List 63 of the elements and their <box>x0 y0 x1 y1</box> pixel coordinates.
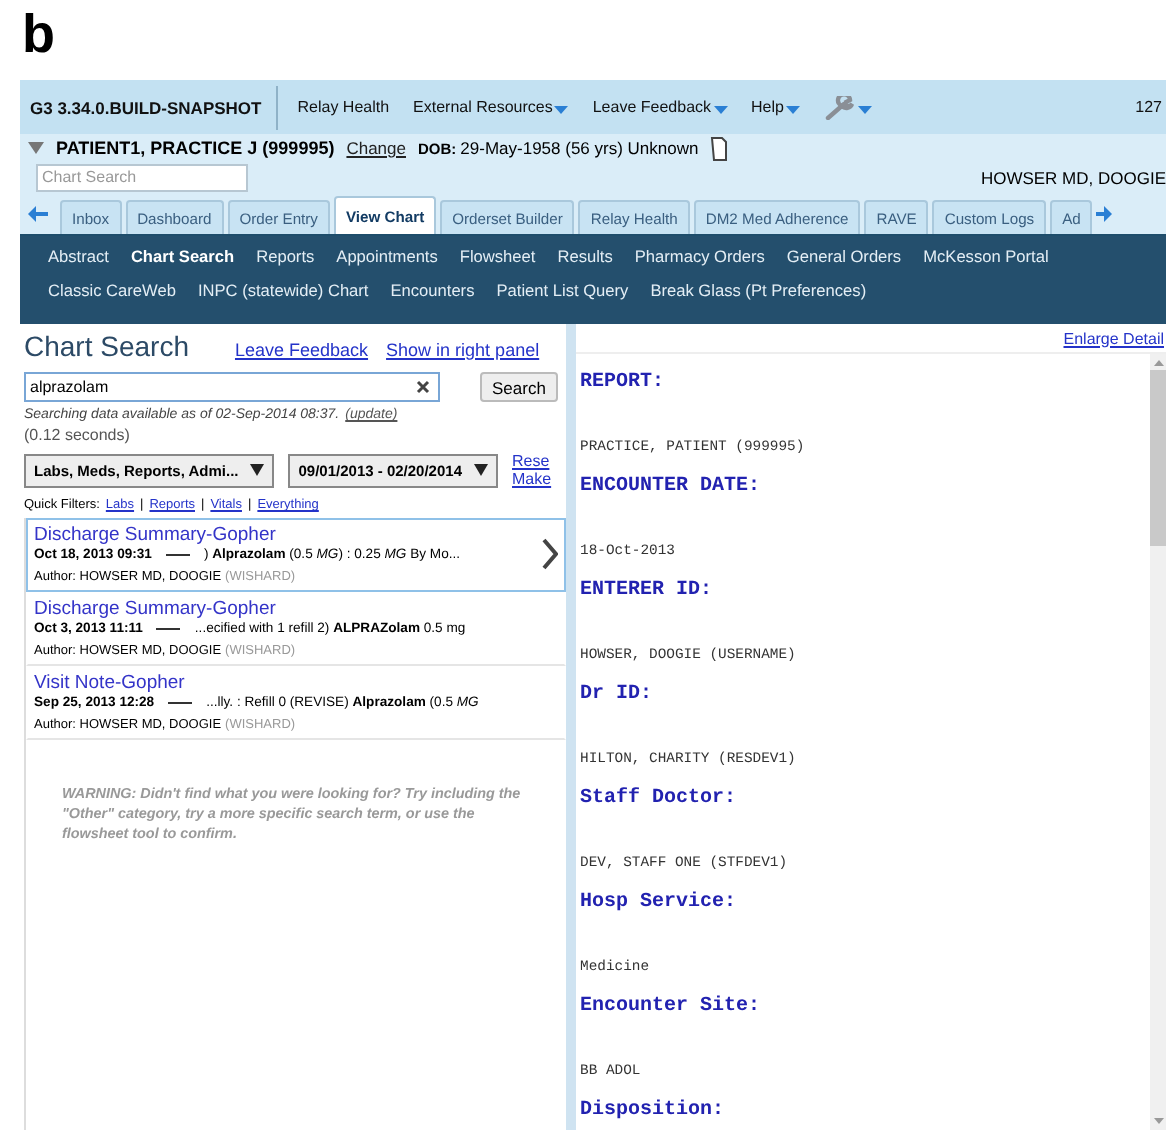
field-heading: Disposition: <box>580 1098 725 1126</box>
enlarge-link[interactable]: Enlarge Detail <box>1063 329 1164 347</box>
field-heading: Dr ID: <box>580 682 653 710</box>
scroll-up-icon <box>1153 360 1163 366</box>
scrollbar[interactable] <box>1150 354 1166 1130</box>
nav-link[interactable]: Appointments <box>336 244 438 268</box>
version-label: G3 3.34.0.BUILD-SNAPSHOT <box>30 97 264 117</box>
wrench-icon <box>823 95 856 119</box>
nav-link[interactable]: Patient List Query <box>496 278 629 302</box>
timing-text: (0.12 seconds) <box>24 426 132 444</box>
provider-name: HOWSER MD, DOOGIE <box>980 167 1166 187</box>
menu-button[interactable]: Help <box>739 98 812 116</box>
panel-title: Chart Search <box>24 330 189 362</box>
field-heading: Staff Doctor: <box>580 786 737 814</box>
result-title[interactable]: Visit Note-Gopher <box>34 672 558 694</box>
session-number: 127 <box>1135 98 1164 116</box>
nav-link[interactable]: Chart Search <box>130 244 235 268</box>
nav-link[interactable]: INPC (statewide) Chart <box>197 278 369 302</box>
nav-link[interactable]: McKesson Portal <box>923 244 1049 268</box>
nav-link[interactable]: Pharmacy Orders <box>634 244 765 268</box>
clear-icon[interactable] <box>416 380 430 394</box>
side-link[interactable]: Make <box>512 470 552 488</box>
search-field[interactable]: alprazolam <box>24 372 440 402</box>
menu-button[interactable]: External Resources <box>401 98 581 116</box>
scroll-thumb[interactable] <box>1150 370 1166 546</box>
menu-button[interactable]: Leave Feedback <box>580 98 740 116</box>
result-title[interactable]: Discharge Summary-Gopher <box>34 524 534 546</box>
dash-icon <box>165 552 190 558</box>
menu-button[interactable]: Relay Health <box>285 98 402 116</box>
nav-link[interactable]: General Orders <box>786 244 902 268</box>
patient-name: PATIENT1, PRACTICE J (999995) <box>56 138 335 158</box>
nav-link[interactable]: Encounters <box>390 278 475 302</box>
nav-link[interactable]: Classic CareWeb <box>48 278 176 302</box>
figure-label: b <box>20 2 57 68</box>
left-arrow-icon[interactable] <box>28 205 48 221</box>
nav-link[interactable]: Break Glass (Pt Preferences) <box>650 278 867 302</box>
field-heading: REPORT: <box>580 370 665 398</box>
dash-icon <box>156 626 181 632</box>
result-title[interactable]: Discharge Summary-Gopher <box>34 598 558 620</box>
header-link[interactable]: Show in right panel <box>386 340 540 360</box>
document-icon <box>710 135 729 161</box>
nav-link[interactable]: Abstract <box>48 244 109 268</box>
header-link[interactable]: Leave Feedback <box>234 340 369 360</box>
field-heading: ENTERER ID: <box>580 578 713 606</box>
nav-link[interactable]: Reports <box>256 244 315 268</box>
change-link[interactable]: Change <box>346 138 406 158</box>
side-link[interactable]: Rese <box>512 452 552 470</box>
chevron-icon <box>542 538 558 570</box>
caret-icon <box>474 464 488 476</box>
search-button[interactable]: Search <box>480 372 558 402</box>
nav-link[interactable]: Results <box>557 244 613 268</box>
right-arrow-icon[interactable] <box>1096 205 1113 221</box>
dash-icon <box>168 700 193 706</box>
caret-icon <box>857 105 872 113</box>
nav-link[interactable]: Flowsheet <box>459 244 536 268</box>
field-heading: ENCOUNTER DATE: <box>580 474 761 502</box>
dob-text: 29-May-1958 (56 yrs) Unknown <box>460 138 699 158</box>
field-heading: Hosp Service: <box>580 890 737 918</box>
field-heading: Encounter Site: <box>580 994 761 1022</box>
caret-icon <box>250 464 265 476</box>
scroll-down-icon <box>1153 1118 1163 1124</box>
chart-search-field[interactable]: Chart Search <box>36 163 248 191</box>
collapse-icon[interactable] <box>28 142 44 154</box>
